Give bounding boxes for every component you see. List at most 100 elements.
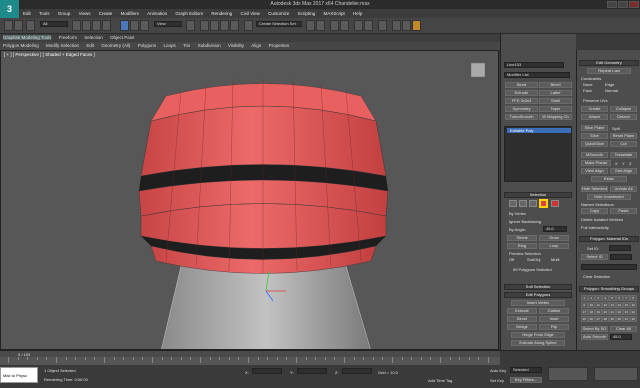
- subtab-polygons[interactable]: Polygons: [138, 43, 157, 48]
- smoothing-group-20-button[interactable]: 20: [602, 309, 609, 315]
- object-name-field[interactable]: Line103: [504, 62, 564, 68]
- menu-civil-view[interactable]: Civil View: [240, 11, 259, 16]
- bridge-button[interactable]: Bridge: [507, 324, 537, 330]
- clear-all-button[interactable]: Clear All: [610, 326, 637, 332]
- smoothing-group-21-button[interactable]: 21: [609, 309, 616, 315]
- edit-polygons-rollout[interactable]: Edit Polygons: [504, 292, 572, 298]
- subtab-align[interactable]: Align: [251, 43, 261, 48]
- percent-snap-icon[interactable]: [220, 20, 229, 31]
- smoothing-group-9-button[interactable]: 9: [581, 302, 588, 308]
- ffd-button[interactable]: FFD 3x3x3: [505, 98, 538, 104]
- quickslice-button[interactable]: QuickSlice: [581, 141, 608, 147]
- smoothing-group-4-button[interactable]: 4: [602, 295, 609, 301]
- bevel-button[interactable]: Bevel: [539, 82, 572, 88]
- constraint-normal-radio[interactable]: Normal: [605, 88, 618, 93]
- schematic-icon[interactable]: [364, 20, 373, 31]
- layer-icon[interactable]: [330, 20, 339, 31]
- preview-subobj-radio[interactable]: SubObj: [527, 257, 540, 262]
- subtab-modify-selection[interactable]: Modify Selection: [46, 43, 79, 48]
- planar-z-button[interactable]: Z: [629, 161, 631, 166]
- view-align-button[interactable]: View Align: [581, 168, 608, 174]
- element-mode-icon[interactable]: [551, 200, 559, 207]
- select-rotate-icon[interactable]: [130, 20, 139, 31]
- taper-button[interactable]: Taper: [539, 106, 572, 112]
- set-id-spinner[interactable]: [609, 245, 631, 251]
- collapse-button[interactable]: Collapse: [610, 106, 637, 112]
- angle-snap-icon[interactable]: [210, 20, 219, 31]
- edit-named-sel-icon[interactable]: [244, 20, 253, 31]
- insert-vertex-button[interactable]: Insert Vertex: [511, 300, 565, 306]
- select-by-name-icon[interactable]: [82, 20, 91, 31]
- menu-edit[interactable]: Edit: [23, 11, 31, 16]
- align-icon[interactable]: [316, 20, 325, 31]
- split-checkbox[interactable]: Split: [612, 126, 620, 131]
- planar-x-button[interactable]: X: [615, 161, 618, 166]
- smoothing-group-11-button[interactable]: 11: [595, 302, 602, 308]
- menu-help[interactable]: Help: [353, 11, 362, 16]
- outline-button[interactable]: Outline: [539, 308, 569, 314]
- reference-coord-dropdown[interactable]: View: [154, 21, 182, 27]
- x-coord-field[interactable]: [252, 368, 282, 374]
- msmooth-button[interactable]: MSmooth: [581, 152, 608, 158]
- tessellate-button[interactable]: Tessellate: [610, 152, 637, 158]
- preview-multi-radio[interactable]: Multi: [551, 257, 559, 262]
- menu-scripting[interactable]: Scripting: [298, 11, 316, 16]
- smoothing-group-26-button[interactable]: 26: [588, 316, 595, 322]
- render-frame-icon[interactable]: [402, 20, 411, 31]
- smoothing-group-6-button[interactable]: 6: [616, 295, 623, 301]
- ignore-backfacing-checkbox[interactable]: Ignore Backfacing: [509, 219, 541, 224]
- border-mode-icon[interactable]: [529, 200, 537, 207]
- subtab-polygon-modeling[interactable]: Polygon Modeling: [3, 43, 39, 48]
- select-by-sg-button[interactable]: Select By SG: [581, 326, 608, 332]
- material-ids-rollout[interactable]: Polygon: Material IDs: [579, 236, 639, 242]
- select-id-button[interactable]: Select ID: [581, 254, 608, 260]
- smoothing-group-15-button[interactable]: 15: [623, 302, 630, 308]
- undo-icon[interactable]: [4, 20, 13, 31]
- smoothing-group-23-button[interactable]: 23: [623, 309, 630, 315]
- preserve-uvs-checkbox[interactable]: Preserve UVs: [583, 98, 608, 103]
- select-move-icon[interactable]: [120, 20, 129, 31]
- selection-rollout[interactable]: Selection: [504, 192, 572, 198]
- link-icon[interactable]: [26, 20, 35, 31]
- reset-plane-button[interactable]: Reset Plane: [610, 133, 637, 139]
- create-button[interactable]: Create: [581, 106, 608, 112]
- attach-button[interactable]: Attach: [581, 114, 608, 120]
- by-angle-checkbox[interactable]: By Angle:: [509, 227, 526, 232]
- soft-selection-rollout[interactable]: Soft Selection: [504, 284, 572, 290]
- constraint-none-radio[interactable]: None: [583, 82, 593, 87]
- hide-unselected-button[interactable]: Hide Unselected: [587, 194, 631, 200]
- hide-selected-button[interactable]: Hide Selected: [581, 186, 608, 192]
- clear-selection-checkbox[interactable]: Clear Selection: [583, 274, 610, 279]
- maxscript-listener[interactable]: Max to Physc: [0, 367, 38, 383]
- select-scale-icon[interactable]: [140, 20, 149, 31]
- minimize-button[interactable]: [607, 1, 617, 8]
- add-time-tag-button[interactable]: Add Time Tag: [428, 378, 452, 383]
- preview-off-radio[interactable]: Off: [509, 257, 514, 262]
- track-bar[interactable]: [0, 357, 500, 365]
- select-id-spinner[interactable]: [610, 254, 632, 260]
- menu-group[interactable]: Group: [58, 11, 71, 16]
- smoothing-group-16-button[interactable]: 16: [630, 302, 637, 308]
- perspective-viewport[interactable]: [ + ] [ Perspective ] [ Shaded + Edged F…: [0, 50, 499, 350]
- snap-icon[interactable]: [200, 20, 209, 31]
- material-name-dropdown[interactable]: [581, 264, 637, 270]
- menu-animation[interactable]: Animation: [147, 11, 167, 16]
- menu-graph-editors[interactable]: Graph Editors: [175, 11, 203, 16]
- subtab-edit[interactable]: Edit: [86, 43, 94, 48]
- mirror-icon[interactable]: [306, 20, 315, 31]
- slice-plane-button[interactable]: Slice Plane: [581, 125, 608, 131]
- set-key-button[interactable]: Set Key: [490, 378, 504, 383]
- vertex-mode-icon[interactable]: [509, 200, 517, 207]
- render-setup-icon[interactable]: [392, 20, 401, 31]
- full-interactivity-checkbox[interactable]: Full Interactivity: [581, 225, 609, 230]
- smoothing-groups-rollout[interactable]: Polygon: Smoothing Groups: [579, 286, 639, 292]
- modifier-stack[interactable]: Editable Poly: [504, 126, 572, 182]
- smoothing-group-32-button[interactable]: 32: [630, 316, 637, 322]
- menu-customize[interactable]: Customize: [268, 11, 289, 16]
- redo-icon[interactable]: [14, 20, 23, 31]
- y-coord-field[interactable]: [297, 368, 327, 374]
- edit-geometry-rollout[interactable]: Edit Geometry: [579, 60, 639, 66]
- extrude-mod-button[interactable]: Extrude: [505, 90, 538, 96]
- relax-button[interactable]: Relax: [591, 176, 627, 182]
- subtab-subdivision[interactable]: Subdivision: [198, 43, 221, 48]
